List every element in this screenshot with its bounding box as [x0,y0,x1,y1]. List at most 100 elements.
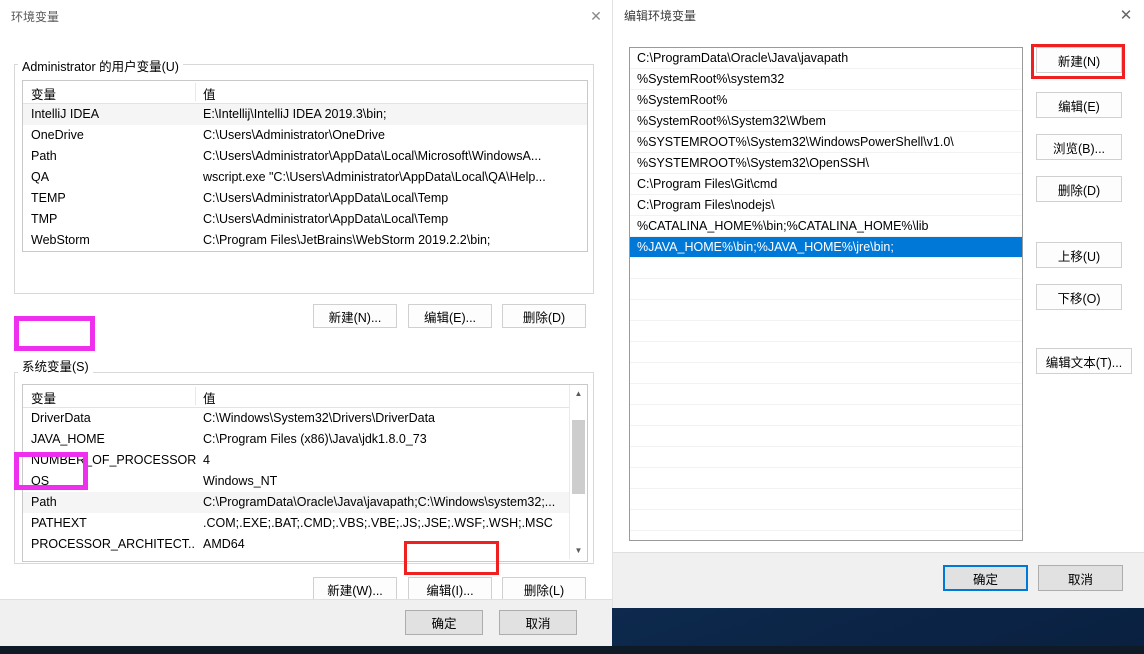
table-row[interactable]: DriverData C:\Windows\System32\Drivers\D… [23,408,587,429]
list-item-empty[interactable] [630,510,1022,531]
list-item[interactable]: %SystemRoot%\System32\Wbem [630,111,1022,132]
path-edit-button[interactable]: 编辑(E) [1036,92,1122,118]
user-header-divider [195,83,196,101]
table-row[interactable]: TEMP C:\Users\Administrator\AppData\Loca… [23,188,587,209]
list-item-empty[interactable] [630,405,1022,426]
list-item-empty[interactable] [630,489,1022,510]
edit-dialog-body: C:\ProgramData\Oracle\Java\javapath %Sys… [613,30,1144,552]
user-variables-header: 变量 值 [23,81,587,104]
list-item-empty[interactable] [630,279,1022,300]
user-var-value: C:\Users\Administrator\AppData\Local\Tem… [203,212,449,226]
list-item[interactable]: C:\Program Files\nodejs\ [630,195,1022,216]
list-item[interactable]: %SYSTEMROOT%\System32\WindowsPowerShell\… [630,132,1022,153]
system-var-name: PROCESSOR_ARCHITECT... [31,537,196,551]
system-var-name: NUMBER_OF_PROCESSORS [31,453,196,467]
env-ok-button[interactable]: 确定 [405,610,483,635]
system-var-value: AMD64 [203,537,245,551]
edit-dialog-titlebar[interactable]: 编辑环境变量 ✕ [613,0,1144,30]
system-var-value: C:\Windows\System32\Drivers\DriverData [203,411,435,425]
system-var-value: C:\ProgramData\Oracle\Java\javapath;C:\W… [203,495,556,509]
path-delete-button[interactable]: 删除(D) [1036,176,1122,202]
list-item[interactable]: %SYSTEMROOT%\System32\OpenSSH\ [630,153,1022,174]
user-var-name: Path [31,149,57,163]
system-variables-list[interactable]: 变量 值 DriverData C:\Windows\System32\Driv… [22,384,588,562]
system-variables-group-label: 系统变量(S) [18,356,93,375]
system-new-button[interactable]: 新建(W)... [313,577,397,601]
path-new-button[interactable]: 新建(N) [1036,47,1122,73]
user-edit-button[interactable]: 编辑(E)... [408,304,492,328]
user-var-value: C:\Users\Administrator\AppData\Local\Mic… [203,149,542,163]
env-dialog-title: 环境变量 [11,10,60,24]
list-item-empty[interactable] [630,468,1022,489]
system-col-name[interactable]: 变量 [31,388,56,407]
path-entries-list[interactable]: C:\ProgramData\Oracle\Java\javapath %Sys… [629,47,1023,541]
system-variables-header: 变量 值 [23,385,587,408]
table-row[interactable]: WebStorm C:\Program Files\JetBrains\WebS… [23,230,587,251]
system-col-value[interactable]: 值 [203,388,216,407]
user-variables-list[interactable]: 变量 值 IntelliJ IDEA E:\Intellij\IntelliJ … [22,80,588,252]
list-item-empty[interactable] [630,447,1022,468]
user-var-value: C:\Users\Administrator\OneDrive [203,128,385,142]
user-col-name[interactable]: 变量 [31,84,56,103]
path-move-up-button[interactable]: 上移(U) [1036,242,1122,268]
table-row[interactable]: QA wscript.exe "C:\Users\Administrator\A… [23,167,587,188]
list-item[interactable]: %CATALINA_HOME%\bin;%CATALINA_HOME%\lib [630,216,1022,237]
list-item-empty[interactable] [630,258,1022,279]
system-var-value: Windows_NT [203,474,278,488]
list-item[interactable]: %SystemRoot%\system32 [630,69,1022,90]
system-edit-button[interactable]: 编辑(I)... [408,577,492,601]
table-row[interactable]: OS Windows_NT [23,471,587,492]
system-delete-button[interactable]: 删除(L) [502,577,586,601]
system-var-value: C:\Program Files (x86)\Java\jdk1.8.0_73 [203,432,427,446]
table-row[interactable]: PROCESSOR_ARCHITECT... AMD64 [23,534,587,555]
table-row[interactable]: JAVA_HOME C:\Program Files (x86)\Java\jd… [23,429,587,450]
path-move-down-button[interactable]: 下移(O) [1036,284,1122,310]
table-row[interactable]: NUMBER_OF_PROCESSORS 4 [23,450,587,471]
table-row[interactable]: OneDrive C:\Users\Administrator\OneDrive [23,125,587,146]
list-item[interactable]: C:\ProgramData\Oracle\Java\javapath [630,48,1022,69]
edit-ok-button[interactable]: 确定 [943,565,1028,591]
system-var-value: .COM;.EXE;.BAT;.CMD;.VBS;.VBE;.JS;.JSE;.… [203,516,553,530]
user-var-value: C:\Program Files\JetBrains\WebStorm 2019… [203,233,491,247]
table-row[interactable]: Path C:\Users\Administrator\AppData\Loca… [23,146,587,167]
user-var-name: TMP [31,212,58,226]
environment-variables-dialog: 环境变量 ✕ Administrator 的用户变量(U) 变量 值 Intel… [0,0,612,646]
user-col-value[interactable]: 值 [203,84,216,103]
path-entry-text: %SYSTEMROOT%\System32\OpenSSH\ [637,156,870,170]
list-item[interactable]: C:\Program Files\Git\cmd [630,174,1022,195]
system-var-name: Path [31,495,57,509]
table-row[interactable]: IntelliJ IDEA E:\Intellij\IntelliJ IDEA … [23,104,587,125]
system-variables-scrollbar[interactable]: ▲ ▼ [569,385,587,559]
list-item-empty[interactable] [630,384,1022,405]
list-item-empty[interactable] [630,300,1022,321]
scroll-down-icon[interactable]: ▼ [570,542,587,559]
edit-cancel-button[interactable]: 取消 [1038,565,1123,591]
list-item-empty[interactable] [630,363,1022,384]
table-row[interactable]: PATHEXT .COM;.EXE;.BAT;.CMD;.VBS;.VBE;.J… [23,513,587,534]
table-row[interactable]: Path C:\ProgramData\Oracle\Java\javapath… [23,492,587,513]
env-dialog-footer: 确定 取消 [0,599,612,646]
taskbar[interactable] [0,646,1144,654]
scrollbar-thumb[interactable] [572,420,585,494]
edit-dialog-footer: 确定 取消 [613,552,1144,608]
user-variables-group-label: Administrator 的用户变量(U) [18,56,183,75]
user-var-name: OneDrive [31,128,84,142]
user-new-button[interactable]: 新建(N)... [313,304,397,328]
table-row[interactable]: TMP C:\Users\Administrator\AppData\Local… [23,209,587,230]
scroll-up-icon[interactable]: ▲ [570,385,587,402]
env-cancel-button[interactable]: 取消 [499,610,577,635]
close-icon[interactable]: ✕ [580,2,612,30]
user-var-name: IntelliJ IDEA [31,107,100,121]
env-dialog-titlebar[interactable]: 环境变量 ✕ [0,0,612,32]
user-delete-button[interactable]: 删除(D) [502,304,586,328]
list-item-empty[interactable] [630,342,1022,363]
list-item-empty[interactable] [630,321,1022,342]
list-item[interactable]: %SystemRoot% [630,90,1022,111]
path-browse-button[interactable]: 浏览(B)... [1036,134,1122,160]
user-var-name: QA [31,170,50,184]
list-item-empty[interactable] [630,426,1022,447]
list-item-selected[interactable]: %JAVA_HOME%\bin;%JAVA_HOME%\jre\bin; [630,237,1022,258]
system-var-name: JAVA_HOME [31,432,105,446]
path-edit-text-button[interactable]: 编辑文本(T)... [1036,348,1132,374]
close-icon[interactable]: ✕ [1109,1,1143,29]
